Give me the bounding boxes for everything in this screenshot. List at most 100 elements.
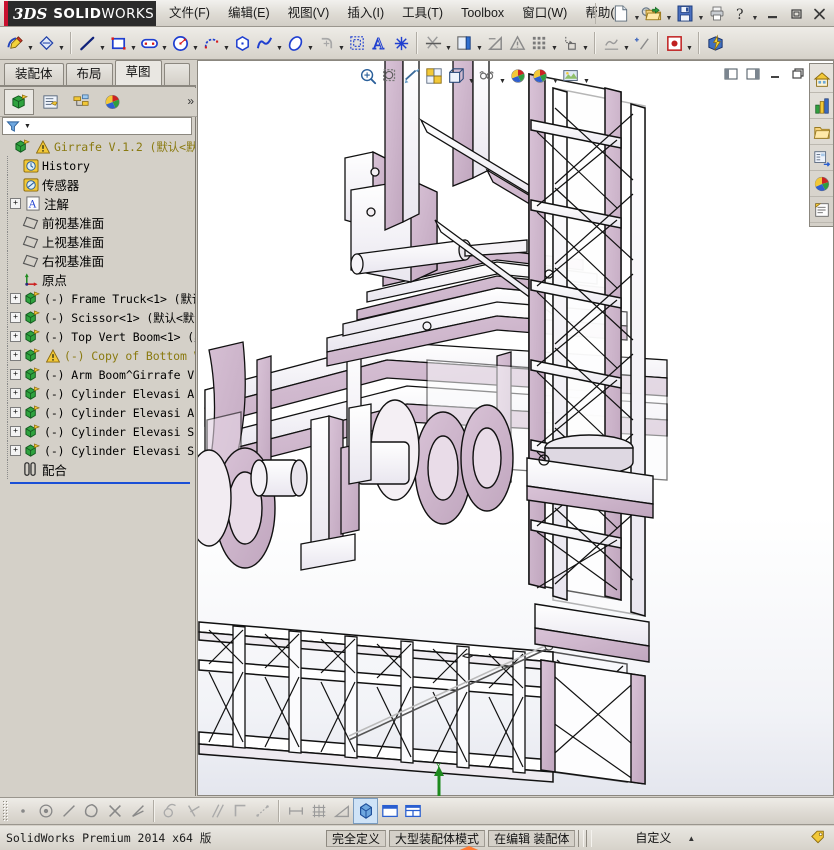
construction-geometry-icon[interactable] (251, 799, 274, 823)
trim-dropdown[interactable]: ▼ (444, 28, 453, 58)
pattern-dropdown[interactable]: ▼ (550, 28, 559, 58)
section-view-icon[interactable] (401, 64, 423, 88)
ellipse-icon[interactable] (284, 31, 306, 55)
open-folder-icon[interactable] (642, 3, 664, 25)
task-pane-home-icon[interactable] (810, 67, 833, 93)
restore-doc-button[interactable] (786, 64, 808, 84)
new-document-icon[interactable] (610, 3, 632, 25)
smart-dimension-icon[interactable] (35, 31, 57, 55)
tree-item[interactable]: History (0, 156, 195, 175)
open-dropdown[interactable]: ▼ (664, 0, 674, 28)
menu-insert[interactable]: 插入(I) (338, 3, 393, 24)
zoom-to-fit-icon[interactable] (357, 64, 379, 88)
tree-expand-toggle[interactable]: + (10, 312, 21, 323)
intersection-relation-icon[interactable] (103, 799, 126, 823)
move-dropdown[interactable]: ▼ (581, 28, 590, 58)
hide-show-items-icon[interactable] (476, 64, 498, 88)
concentric-relation-icon[interactable] (34, 799, 57, 823)
rapid-sketch-icon[interactable] (663, 31, 685, 55)
minimize-doc-button[interactable] (764, 64, 786, 84)
appearances-icon[interactable] (507, 64, 529, 88)
close-button[interactable] (808, 3, 832, 25)
spline-icon[interactable] (253, 31, 275, 55)
scene-dropdown[interactable]: ▼ (551, 61, 560, 91)
linear-pattern-icon[interactable] (528, 31, 550, 55)
point-icon[interactable] (390, 31, 412, 55)
cad-model-girrafe[interactable] (197, 60, 834, 796)
trim-entities-icon[interactable] (422, 31, 444, 55)
tree-item[interactable]: + A 注解 (0, 194, 195, 213)
save-icon[interactable] (674, 3, 696, 25)
task-pane-file-explorer-icon[interactable] (810, 119, 833, 145)
circle-dropdown[interactable]: ▼ (191, 28, 200, 58)
task-pane-view-palette-icon[interactable] (810, 145, 833, 171)
tree-item[interactable]: 右视基准面 (0, 251, 195, 270)
two-view-icon[interactable] (401, 799, 424, 823)
scene-icon[interactable] (529, 64, 551, 88)
quick-snaps-icon[interactable] (631, 31, 653, 55)
perpendicular-relation-icon[interactable] (182, 799, 205, 823)
circle-relation-icon[interactable] (80, 799, 103, 823)
tree-item[interactable]: + (-) Top Vert Boom<1> (默认 (0, 327, 195, 346)
menu-view[interactable]: 视图(V) (279, 3, 339, 24)
task-pane-custom-properties-icon[interactable] (810, 197, 833, 223)
display-style-icon[interactable] (445, 64, 467, 88)
task-pane-design-library-icon[interactable] (810, 93, 833, 119)
restore-left-icon[interactable] (720, 64, 742, 84)
menu-tools[interactable]: 工具(T) (393, 3, 452, 24)
display-manager-tab[interactable] (97, 89, 127, 115)
tree-item[interactable]: + (-) Frame Truck<1> (默认< (0, 289, 195, 308)
view-orientation-icon[interactable] (423, 64, 445, 88)
slot-icon[interactable] (138, 31, 160, 55)
filter-dropdown-arrow[interactable]: ▼ (24, 123, 31, 130)
rapid-sketch-dropdown[interactable]: ▼ (685, 28, 694, 58)
dimension-relation-icon[interactable] (284, 799, 307, 823)
apply-scene-icon[interactable] (560, 64, 582, 88)
rectangle-dropdown[interactable]: ▼ (129, 28, 138, 58)
help-dropdown[interactable]: ▼ (750, 0, 760, 28)
feature-tree[interactable]: Girrafe V.1.2 (默认<默认_ History 传感器 + A 注解前视基准面… (0, 137, 195, 834)
hide-show-dropdown[interactable]: ▼ (498, 61, 507, 91)
tab-layout[interactable]: 布局 (65, 63, 113, 86)
menu-file[interactable]: 文件(F) (160, 3, 219, 24)
feature-manager-tree-tab[interactable] (4, 89, 34, 115)
menu-edit[interactable]: 编辑(E) (219, 3, 279, 24)
tree-expand-toggle[interactable]: + (10, 293, 21, 304)
convert-dropdown[interactable]: ▼ (475, 28, 484, 58)
menu-toolbox[interactable]: Toolbox (452, 3, 513, 24)
offset-entities-icon[interactable] (346, 31, 368, 55)
tree-item[interactable]: + (-) Scissor<1> (默认<默认_ (0, 308, 195, 327)
tree-item[interactable]: + (-) Copy of Bottom Ver (0, 346, 195, 365)
mirror-entities-icon[interactable] (484, 31, 506, 55)
move-entities-icon[interactable] (559, 31, 581, 55)
tree-item[interactable]: Girrafe V.1.2 (默认<默认_ (0, 137, 195, 156)
tree-item[interactable]: 原点 (0, 270, 195, 289)
tree-item[interactable]: + (-) Cylinder Elevasi Sciss (0, 441, 195, 460)
convert-entities-icon[interactable] (453, 31, 475, 55)
apply-scene-dropdown[interactable]: ▼ (582, 61, 591, 91)
single-view-icon[interactable] (378, 799, 401, 823)
zoom-to-area-icon[interactable] (379, 64, 401, 88)
tree-item[interactable]: 前视基准面 (0, 213, 195, 232)
polygon-icon[interactable] (231, 31, 253, 55)
tree-item[interactable]: + (-) Arm Boom^Girrafe V.1.2 (0, 365, 195, 384)
line-icon[interactable] (76, 31, 98, 55)
corner-relation-icon[interactable] (228, 799, 251, 823)
circle-icon[interactable] (169, 31, 191, 55)
line-dropdown[interactable]: ▼ (98, 28, 107, 58)
feature-tree-filter[interactable]: ▼ (2, 117, 192, 135)
line-relation-icon[interactable] (57, 799, 80, 823)
display-delete-relations-icon[interactable] (506, 31, 528, 55)
tree-item[interactable]: 传感器 (0, 175, 195, 194)
restore-right-icon[interactable] (742, 64, 764, 84)
tree-expand-toggle[interactable]: + (10, 388, 21, 399)
three-d-sketch-icon[interactable] (353, 798, 378, 824)
new-document-dropdown[interactable]: ▼ (632, 0, 642, 28)
task-pane-appearances-icon[interactable] (810, 171, 833, 197)
tree-item[interactable]: + (-) Cylinder Elevasi Arm B (0, 384, 195, 403)
ellipse-dropdown[interactable]: ▼ (306, 28, 315, 58)
slot-dropdown[interactable]: ▼ (160, 28, 169, 58)
repair-sketch-icon[interactable] (600, 31, 622, 55)
parallel-relation-icon[interactable] (205, 799, 228, 823)
tree-expand-toggle[interactable]: + (10, 426, 21, 437)
